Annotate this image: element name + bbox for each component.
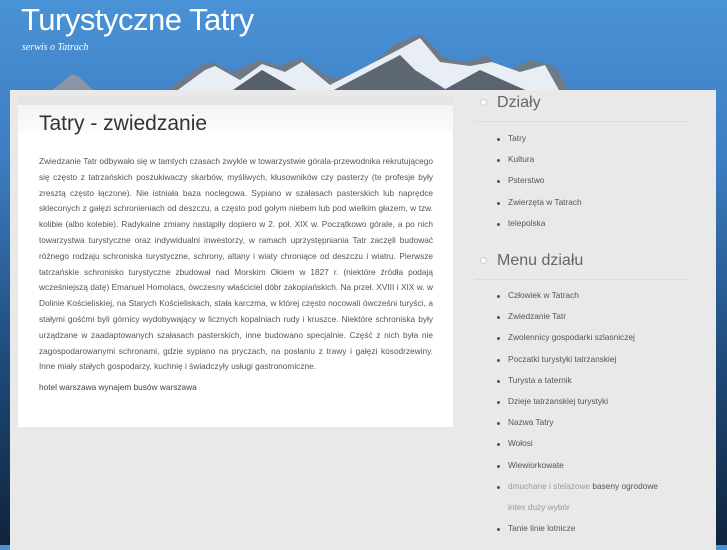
header: Turystyczne Tatry serwis o Tatrach: [0, 0, 727, 92]
footer-links: hotel warszawa wynajem busów warszawa: [39, 382, 197, 392]
bullet-icon: [480, 257, 487, 265]
menu-item[interactable]: Wołosi: [497, 438, 658, 459]
dzialy-item[interactable]: telepolska: [497, 218, 582, 239]
menu-item[interactable]: Turysta a taternik: [497, 375, 658, 396]
divider: [475, 121, 688, 122]
ad-text: dmuchane i stelażowe: [508, 480, 591, 491]
menu-item[interactable]: Człowiek w Tatrach: [497, 290, 658, 311]
menu-heading: Menu działu: [480, 252, 583, 270]
menu-item[interactable]: Zwiedzanie Tatr: [497, 311, 658, 332]
page-title: Tatry - zwiedzanie: [39, 112, 208, 135]
link-hotel[interactable]: hotel warszawa: [39, 382, 96, 392]
menu-item[interactable]: Nazwa Tatry: [497, 417, 658, 438]
bullet-icon: [480, 99, 487, 107]
menu-item[interactable]: Dzieje tatrzanskiej turystyki: [497, 396, 658, 417]
main-article: Tatry - zwiedzanie Zwiedzanie Tatr odbyw…: [18, 97, 453, 427]
menu-item[interactable]: Zwolennicy gospodarki szlasniczej: [497, 332, 658, 353]
dzialy-item[interactable]: Zwierzęta w Tatrach: [497, 197, 582, 218]
menu-item[interactable]: Wiewiorkowate: [497, 460, 658, 481]
menu-title: Menu działu: [497, 252, 584, 269]
dzialy-list: Tatry Kultura Psterstwo Zwierzęta w Tatr…: [497, 133, 582, 239]
ad-text-2: intex duży wybór: [508, 501, 570, 512]
dzialy-title: Działy: [497, 94, 541, 111]
menu-item[interactable]: Tanie linie lotnicze: [497, 523, 658, 544]
link-busy[interactable]: wynajem busów warszawa: [99, 382, 197, 392]
ad-link[interactable]: baseny ogrodowe: [592, 481, 658, 491]
dzialy-item[interactable]: Psterstwo: [497, 175, 582, 196]
dzialy-item[interactable]: Tatry: [497, 133, 582, 154]
dzialy-heading: Działy: [480, 94, 541, 112]
dzialy-item[interactable]: Kultura: [497, 154, 582, 175]
article-top-bar: [18, 97, 453, 105]
menu-item[interactable]: Poczatki turystyki tatrzanskiej: [497, 354, 658, 375]
ad-item: dmuchane i stelażowe baseny ogrodowe: [497, 481, 658, 502]
site-title[interactable]: Turystyczne Tatry: [21, 2, 254, 38]
article-body: Zwiedzanie Tatr odbywało się w tamtych c…: [39, 156, 433, 372]
menu-list: Człowiek w Tatrach Zwiedzanie Tatr Zwole…: [497, 290, 658, 544]
site-subtitle: serwis o Tatrach: [22, 42, 89, 53]
divider: [475, 279, 688, 280]
